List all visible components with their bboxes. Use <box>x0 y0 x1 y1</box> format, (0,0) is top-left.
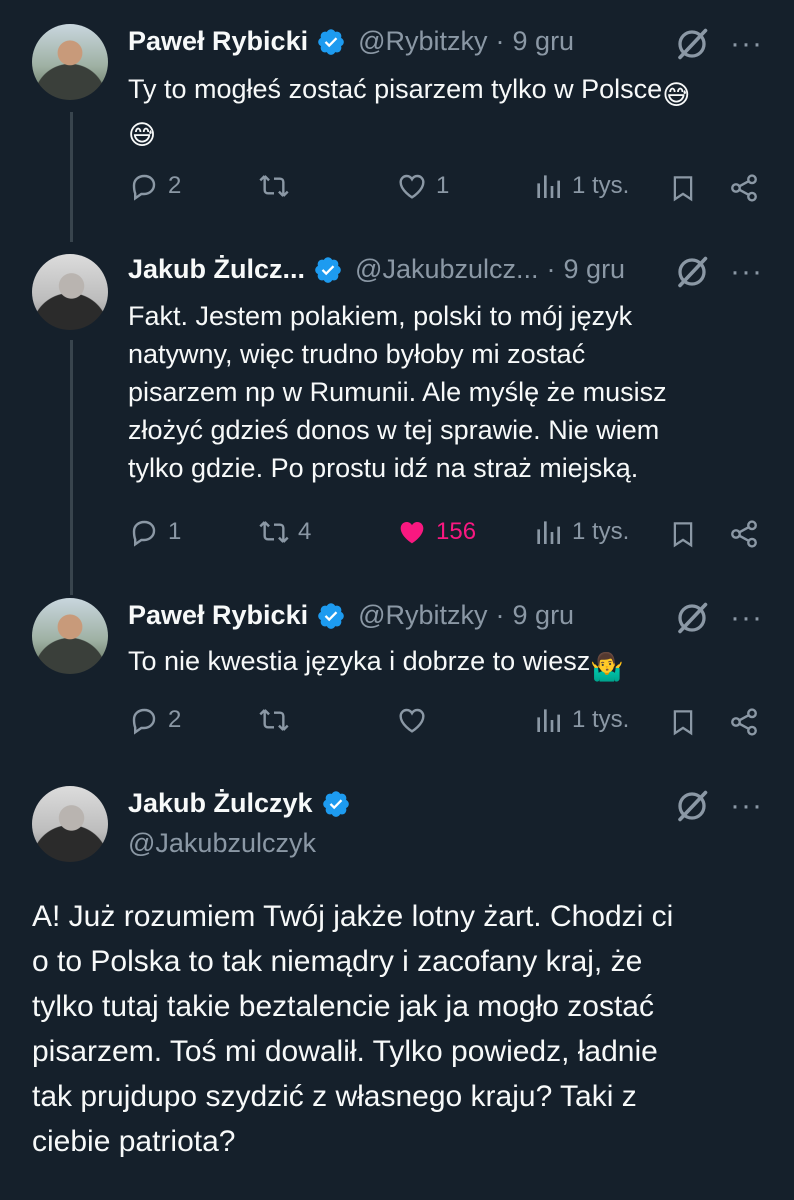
views-icon <box>537 175 560 198</box>
author-name[interactable]: Jakub Żulczyk <box>128 788 313 819</box>
retweet-button[interactable] <box>258 704 298 736</box>
text-line: o to Polska to tak niemądry i zacofany k… <box>32 945 643 978</box>
emoji: 😅 <box>128 120 157 150</box>
retweet-count: 4 <box>298 518 312 545</box>
more-icon[interactable]: ··· <box>730 29 763 59</box>
grok-icon[interactable] <box>674 788 710 824</box>
tweet-actions: 2 1 tys. <box>128 704 764 744</box>
verified-badge-icon <box>315 256 341 283</box>
tweet-text: Ty to mogłeś zostać pisarzem tylko w Pol… <box>128 70 768 150</box>
like-count: 156 <box>436 518 477 545</box>
text-line: ciebie patriota? <box>32 1125 236 1158</box>
views-icon <box>537 709 560 732</box>
grok-icon[interactable] <box>674 26 710 62</box>
avatar[interactable] <box>32 254 108 330</box>
thread-line <box>70 112 73 242</box>
avatar[interactable] <box>32 786 108 862</box>
tweet-header: Jakub Żulcz... @Jakubzulcz... · 9 gru <box>128 254 625 285</box>
tweet-actions: 2 1 1 tys. <box>128 170 764 210</box>
separator: · <box>495 26 505 56</box>
like-icon <box>400 522 424 544</box>
text-line: natywny, więc trudno byłoby mi zostać <box>128 339 586 369</box>
tweet-header: Paweł Rybicki @Rybitzky · 9 gru <box>128 600 574 631</box>
like-icon <box>399 708 425 733</box>
tweet-actions: 1 4 156 1 tys. <box>128 516 764 556</box>
main-tweet-text: A! Już rozumiem Twój jakże lotny żart. C… <box>32 894 772 1164</box>
text-line: tylko gdzie. Po prostu idź na straż miej… <box>128 453 639 483</box>
views-button[interactable]: 1 tys. <box>532 704 629 736</box>
emoji: 🤷‍♂️ <box>590 652 624 682</box>
verified-badge-icon <box>322 790 349 817</box>
reply-count: 1 <box>168 518 182 545</box>
reply-icon <box>132 708 156 735</box>
reply-icon <box>132 174 156 201</box>
emoji: 😅 <box>662 80 691 110</box>
tweet-text: Fakt. Jestem polakiem, polski to mój jęz… <box>128 297 768 487</box>
share-icon[interactable] <box>728 172 760 204</box>
reply-button[interactable]: 2 <box>128 170 181 202</box>
more-icon[interactable]: ··· <box>730 791 763 821</box>
retweet-icon <box>259 521 289 543</box>
verified-badge-icon <box>318 602 344 629</box>
reply-icon <box>132 520 156 547</box>
views-button[interactable]: 1 tys. <box>532 170 629 202</box>
author-name[interactable]: Paweł Rybicki <box>128 26 308 57</box>
grok-icon[interactable] <box>674 600 710 636</box>
reply-count: 2 <box>168 172 182 199</box>
retweet-button[interactable] <box>258 170 298 202</box>
views-count: 1 tys. <box>572 518 630 545</box>
like-icon <box>399 174 425 199</box>
share-icon[interactable] <box>728 518 760 550</box>
author-name[interactable]: Paweł Rybicki <box>128 600 308 631</box>
retweet-icon <box>259 709 289 731</box>
bookmark-icon[interactable] <box>668 518 698 550</box>
author-handle[interactable]: @Jakubzulcz... <box>355 254 538 285</box>
like-count: 1 <box>436 172 450 199</box>
text-line: pisarzem. Toś mi dowalił. Tylko powiedz,… <box>32 1035 658 1068</box>
retweet-icon <box>259 175 289 197</box>
like-button[interactable]: 156 <box>396 516 476 548</box>
separator: · <box>546 254 556 284</box>
reply-button[interactable]: 1 <box>128 516 181 548</box>
verified-badge-icon <box>318 28 344 55</box>
timestamp[interactable]: 9 gru <box>513 26 575 57</box>
views-button[interactable]: 1 tys. <box>532 516 629 548</box>
bookmark-icon[interactable] <box>668 172 698 204</box>
tweet-header: Paweł Rybicki @Rybitzky · 9 gru <box>128 26 574 57</box>
more-icon[interactable]: ··· <box>730 257 763 287</box>
bookmark-icon[interactable] <box>668 706 698 738</box>
text-line: Fakt. Jestem polakiem, polski to mój jęz… <box>128 301 633 331</box>
like-button[interactable] <box>396 704 436 736</box>
tweet-text: To nie kwestia języka i dobrze to wiesz🤷… <box>128 646 624 682</box>
share-icon[interactable] <box>728 706 760 738</box>
views-icon <box>537 521 560 544</box>
timestamp[interactable]: 9 gru <box>513 600 575 631</box>
reply-count: 2 <box>168 706 182 733</box>
grok-icon[interactable] <box>674 254 710 290</box>
author-handle[interactable]: @Jakubzulczyk <box>128 828 316 859</box>
text-line: złożyć gdzieś donos w tej sprawie. Nie w… <box>128 415 660 445</box>
text-line: A! Już rozumiem Twój jakże lotny żart. C… <box>32 900 674 933</box>
tweet-header: Jakub Żulczyk <box>128 788 351 819</box>
avatar[interactable] <box>32 24 108 100</box>
avatar[interactable] <box>32 598 108 674</box>
like-button[interactable]: 1 <box>396 170 449 202</box>
tweet-handle-row: @Jakubzulczyk <box>128 828 316 859</box>
text-line: tak prujdupo szydzić z własnego kraju? T… <box>32 1080 637 1113</box>
text-line: tylko tutaj takie beztalencie jak ja mog… <box>32 990 654 1023</box>
timestamp[interactable]: 9 gru <box>564 254 626 285</box>
text-line: pisarzem np w Rumunii. Ale myślę że musi… <box>128 377 667 407</box>
reply-button[interactable]: 2 <box>128 704 181 736</box>
views-count: 1 tys. <box>572 706 630 733</box>
retweet-button[interactable]: 4 <box>258 516 311 548</box>
separator: · <box>495 600 505 630</box>
views-count: 1 tys. <box>572 172 630 199</box>
author-handle[interactable]: @Rybitzky <box>358 600 487 631</box>
more-icon[interactable]: ··· <box>730 603 763 633</box>
thread-line <box>70 340 73 595</box>
author-name[interactable]: Jakub Żulcz... <box>128 254 305 285</box>
author-handle[interactable]: @Rybitzky <box>358 26 487 57</box>
